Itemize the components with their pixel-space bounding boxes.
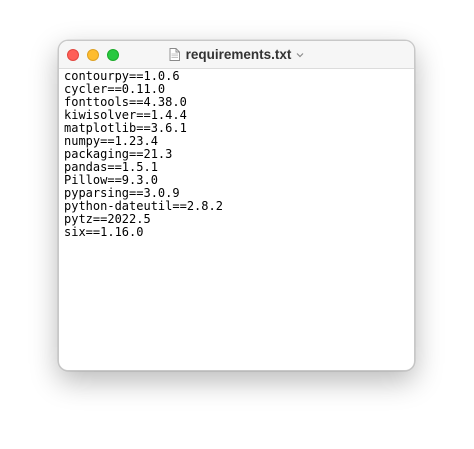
window-title: requirements.txt: [185, 47, 292, 62]
document-icon: [169, 48, 180, 61]
chevron-down-icon[interactable]: [296, 52, 304, 58]
title-bar[interactable]: requirements.txt: [59, 41, 414, 69]
text-line[interactable]: six==1.16.0: [64, 226, 409, 239]
text-editor-window: requirements.txt contourpy==1.0.6 cycler…: [58, 40, 415, 371]
window-title-group[interactable]: requirements.txt: [59, 41, 414, 68]
text-area[interactable]: contourpy==1.0.6 cycler==0.11.0 fonttool…: [59, 69, 414, 239]
